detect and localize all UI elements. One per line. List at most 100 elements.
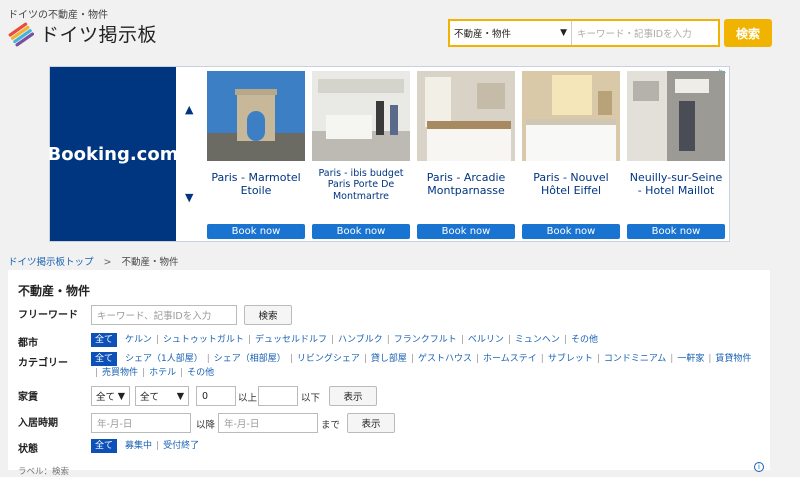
category-tag[interactable]: リビングシェア [297, 352, 360, 366]
search-button[interactable]: 検索 [724, 19, 772, 47]
category-tag[interactable]: サブレット [548, 352, 593, 366]
hotel-name: Paris - Arcadie Montparnasse [426, 171, 506, 198]
search-input[interactable]: キーワード・記事IDを入力 [572, 26, 718, 40]
move-in-from-input[interactable]: 年-月-日 [91, 413, 191, 433]
rent-select-1[interactable]: 全て ▼ [91, 386, 130, 406]
rent-min-suffix: 以上 [238, 393, 258, 404]
city-tag[interactable]: その他 [571, 333, 598, 347]
move-in-label: 入居時期 [18, 418, 58, 429]
site-title: ドイツ掲示板 [40, 24, 158, 46]
category-tag[interactable]: ホームステイ [483, 352, 537, 366]
city-tag[interactable]: ケルン [125, 333, 152, 347]
scroll-down-icon[interactable]: ▼ [185, 191, 193, 204]
tag-separator: | [563, 335, 567, 345]
hotel-name: Paris - Marmotel Etoile [211, 171, 301, 198]
hotel-card[interactable]: Neuilly-sur-Seine - Hotel Maillot Book n… [627, 71, 725, 239]
category-tag[interactable]: その他 [187, 366, 214, 380]
city-tag[interactable]: ベルリン [468, 333, 504, 347]
book-now-button[interactable]: Book now [627, 224, 725, 239]
hotel-photo [522, 71, 620, 161]
booking-logo[interactable]: Booking .com [47, 67, 179, 241]
tag-separator: | [206, 354, 210, 364]
tag-separator [117, 439, 125, 453]
city-tag[interactable]: シュトゥットガルト [163, 333, 244, 347]
city-tag[interactable]: ハンブルク [338, 333, 383, 347]
tagline: ドイツの不動産・物件 [8, 10, 108, 21]
rent-min-input[interactable]: 0 [196, 386, 236, 406]
breadcrumb: ドイツ掲示板トップ > 不動産・物件 [8, 254, 179, 268]
city-tag[interactable]: 全て [91, 333, 118, 347]
tag-separator: | [142, 368, 146, 378]
hotel-card[interactable]: Paris - Arcadie Montparnasse Book now [417, 71, 515, 239]
rent-show-button[interactable]: 表示 [329, 386, 377, 406]
status-tag[interactable]: 募集中 [125, 439, 152, 453]
tag-separator: | [180, 368, 184, 378]
hotel-name: Paris - Nouvel Hôtel Eiffel [533, 171, 609, 198]
book-now-button[interactable]: Book now [417, 224, 515, 239]
category-tag[interactable]: シェア（相部屋） [214, 352, 286, 366]
city-tag[interactable]: デュッセルドルフ [255, 333, 327, 347]
status-tags: 全て 募集中 | 受付終了 [91, 439, 491, 453]
chevron-down-icon: ▼ [176, 390, 184, 402]
tag-separator: | [289, 354, 293, 364]
city-tag[interactable]: フランクフルト [394, 333, 457, 347]
tag-separator: | [708, 354, 712, 364]
move-in-from-suffix: 以降 [196, 420, 216, 431]
rent-select-2[interactable]: 全て ▼ [135, 386, 189, 406]
breadcrumb-home[interactable]: ドイツ掲示板トップ [8, 257, 94, 268]
tag-separator: | [540, 354, 544, 364]
tag-separator [117, 333, 125, 347]
rent-select-2-value: 全て [140, 392, 160, 403]
search-box: 不動産・物件 ▼ キーワード・記事IDを入力 [448, 19, 720, 47]
hotel-card[interactable]: Paris - Marmotel Etoile Book now [207, 71, 305, 239]
tag-separator: | [410, 354, 414, 364]
move-in-to-suffix: まで [321, 420, 341, 431]
booking-logo-suffix: .com [129, 143, 179, 165]
breadcrumb-separator: > [103, 257, 112, 268]
tag-separator [117, 352, 125, 366]
status-tag[interactable]: 受付終了 [163, 439, 199, 453]
tag-label: 全て [95, 354, 114, 364]
category-tag[interactable]: 賃貸物件 [715, 352, 751, 366]
city-tag[interactable]: ミュンヘン [515, 333, 560, 347]
site-logo[interactable]: ドイツ掲示板 [8, 20, 157, 47]
rent-max-suffix: 以下 [301, 393, 321, 404]
rent-max-input[interactable] [258, 386, 298, 406]
status-tag[interactable]: 全て [91, 439, 118, 453]
freeword-input[interactable]: キーワード、記事IDを入力 [91, 305, 237, 325]
category-tags: 全て シェア（1人部屋） | シェア（相部屋） | リビングシェア | 貸し部屋 | ゲストハウ… [91, 352, 761, 380]
tag-separator: | [330, 335, 335, 345]
tag-separator: | [363, 354, 367, 364]
hotel-card[interactable]: Paris - ibis budget Paris Porte De Montm… [312, 71, 410, 239]
category-tag[interactable]: コンドミニアム [604, 352, 666, 366]
hotel-name: Neuilly-sur-Seine - Hotel Maillot [629, 171, 723, 198]
tag-label: 全て [95, 441, 114, 451]
move-in-show-button[interactable]: 表示 [347, 413, 395, 433]
city-label: 都市 [18, 338, 38, 349]
category-tag[interactable]: 貸し部屋 [371, 352, 407, 366]
book-now-button[interactable]: Book now [207, 224, 305, 239]
panel-title: 不動産・物件 [18, 284, 91, 298]
scroll-up-icon[interactable]: ▲ [185, 103, 193, 116]
tag-separator: | [670, 354, 674, 364]
category-select[interactable]: 不動産・物件 ▼ [450, 21, 572, 45]
tag-separator: | [476, 354, 480, 364]
book-now-button[interactable]: Book now [312, 224, 410, 239]
tag-separator: | [460, 335, 464, 345]
booking-logo-text: Booking [47, 143, 130, 165]
freeword-search-button[interactable]: 検索 [244, 305, 292, 325]
category-tag[interactable]: ホテル [149, 366, 176, 380]
category-tag[interactable]: 一軒家 [677, 352, 704, 366]
category-tag[interactable]: シェア（1人部屋） [125, 352, 203, 366]
move-in-to-input[interactable]: 年-月-日 [218, 413, 318, 433]
category-tag[interactable]: 全て [91, 352, 118, 366]
hotel-card[interactable]: Paris - Nouvel Hôtel Eiffel Book now [522, 71, 620, 239]
info-icon[interactable]: i [754, 462, 764, 472]
breadcrumb-current: 不動産・物件 [121, 257, 179, 268]
tag-separator: | [596, 354, 600, 364]
ad-banner[interactable]: Booking.com ▲ ▼ ▷ Paris - Marmotel Etoil… [47, 66, 730, 242]
category-tag[interactable]: ゲストハウス [418, 352, 472, 366]
category-select-value: 不動産・物件 [454, 29, 512, 40]
category-tag[interactable]: 売買物件 [102, 366, 138, 380]
book-now-button[interactable]: Book now [522, 224, 620, 239]
